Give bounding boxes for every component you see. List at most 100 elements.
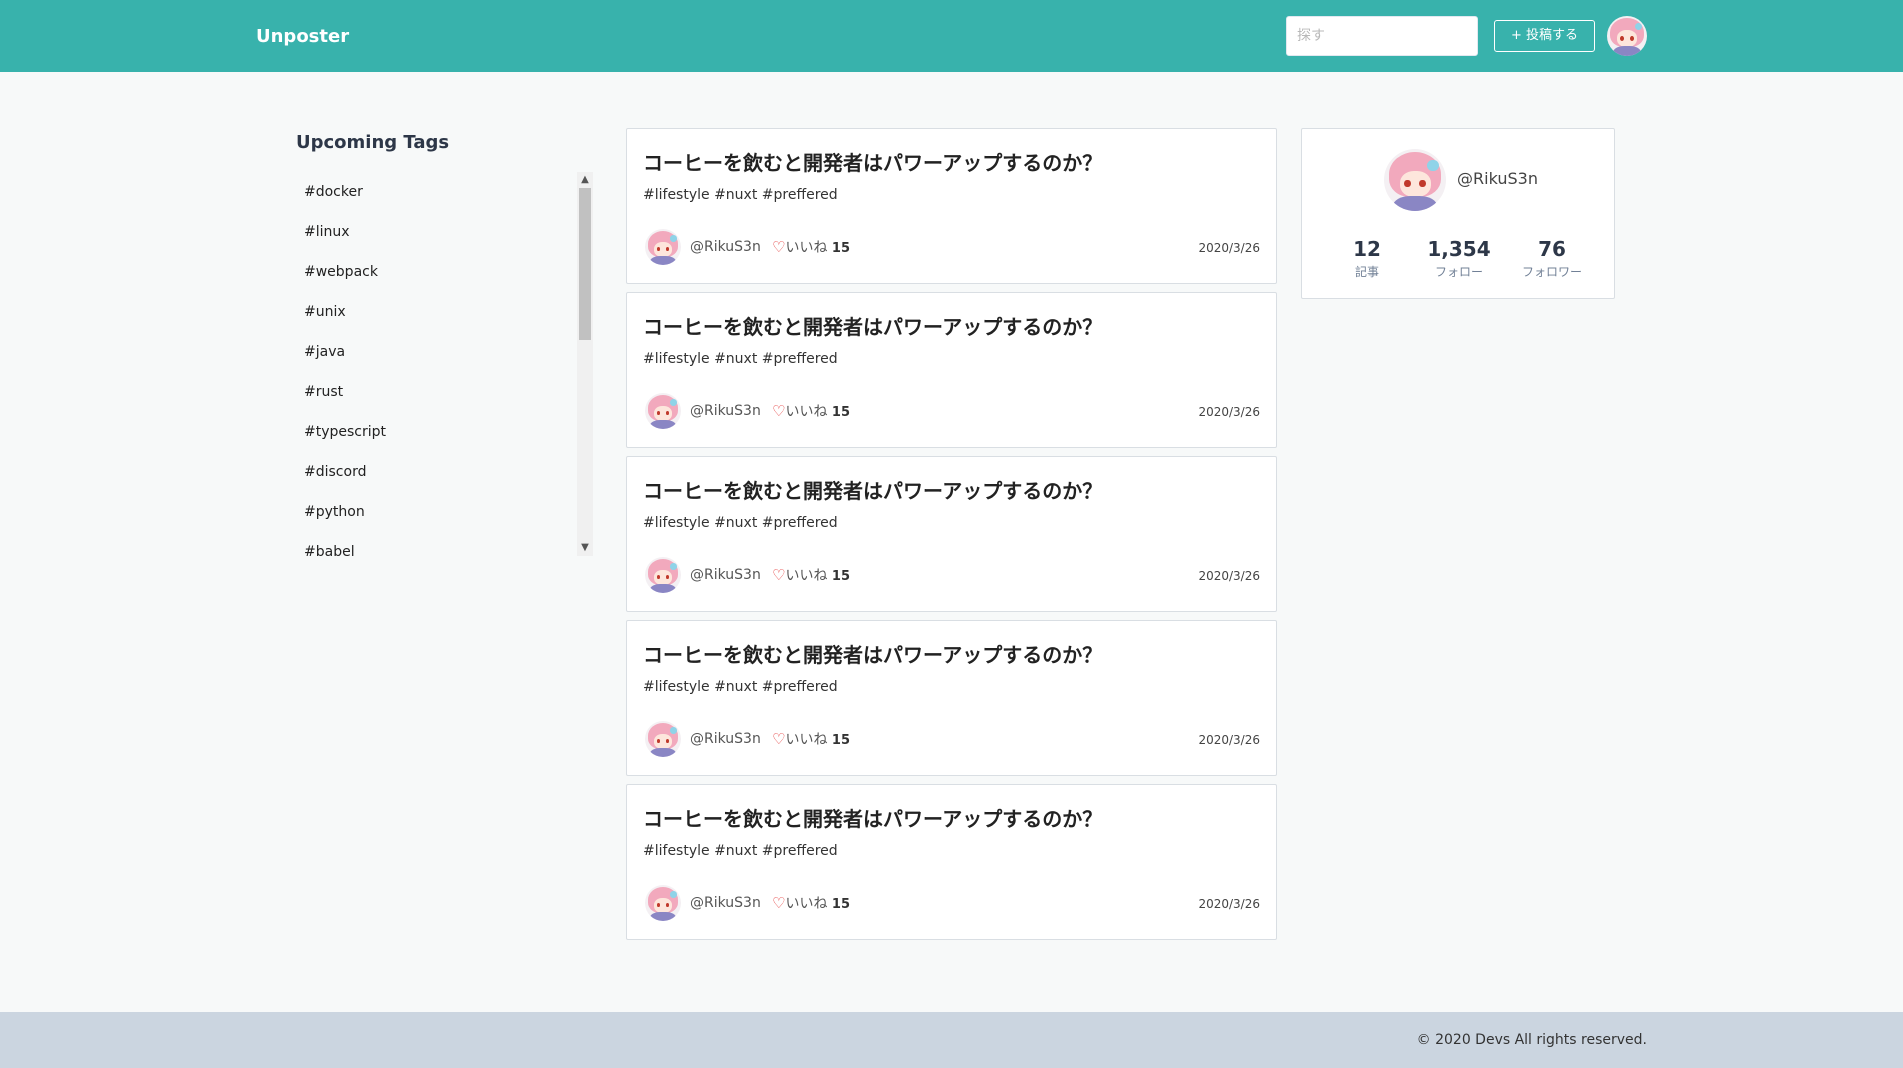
tag-item[interactable]: #python	[296, 492, 592, 532]
avatar-accessory	[670, 891, 677, 898]
tag-list[interactable]: #docker #linux #webpack #unix #java #rus…	[296, 172, 592, 556]
tag-item[interactable]: #java	[296, 332, 592, 372]
tag-list-scrollbar[interactable]: ▲ ▼	[577, 172, 593, 556]
like-count: 15	[831, 405, 850, 420]
post-title[interactable]: コーヒーを飲むと開発者はパワーアップするのか？	[643, 147, 1102, 176]
footer: © 2020 Devs All rights reserved.	[0, 1012, 1903, 1068]
stat-label: フォロー	[1434, 265, 1483, 279]
like-label: いいね	[785, 404, 828, 420]
stat-followers[interactable]: 76 フォロワー	[1512, 237, 1592, 280]
avatar-eye	[1620, 36, 1625, 41]
avatar-accessory	[1427, 160, 1439, 172]
avatar-eye	[1419, 180, 1426, 188]
like-button[interactable]: ♡いいね 15	[772, 729, 850, 749]
avatar-body	[1393, 195, 1437, 211]
post-date: 2020/3/26	[1198, 733, 1260, 747]
post-tags[interactable]: #lifestyle #nuxt #preffered	[643, 679, 838, 695]
stat-label: 記事	[1354, 265, 1379, 279]
post-title[interactable]: コーヒーを飲むと開発者はパワーアップするのか？	[643, 803, 1102, 832]
avatar-body	[1613, 46, 1641, 56]
like-label: いいね	[785, 732, 828, 748]
post-author[interactable]: @RikuS3n	[690, 567, 761, 583]
like-button[interactable]: ♡いいね 15	[772, 565, 850, 585]
profile-card: @RikuS3n 12 記事 1,354 フォロー 76 フォロワー	[1301, 128, 1615, 299]
avatar-body	[650, 748, 676, 757]
heart-icon: ♡	[772, 566, 786, 584]
stat-value: 12	[1353, 237, 1381, 261]
stat-value: 76	[1538, 237, 1566, 261]
tag-item[interactable]: #docker	[296, 172, 592, 212]
avatar-body	[650, 256, 676, 265]
post-tags[interactable]: #lifestyle #nuxt #preffered	[643, 843, 838, 859]
search-input[interactable]	[1286, 16, 1478, 56]
profile-username[interactable]: @RikuS3n	[1457, 169, 1538, 188]
author-avatar[interactable]	[645, 557, 681, 593]
post-title[interactable]: コーヒーを飲むと開発者はパワーアップするのか？	[643, 639, 1102, 668]
tag-item[interactable]: #unix	[296, 292, 592, 332]
like-count: 15	[831, 569, 850, 584]
post-date: 2020/3/26	[1198, 569, 1260, 583]
avatar-body	[650, 420, 676, 429]
top-navbar: Unposter + 投稿する	[0, 0, 1903, 72]
like-count: 15	[831, 241, 850, 256]
post-title[interactable]: コーヒーを飲むと開発者はパワーアップするのか？	[643, 311, 1102, 340]
stat-articles[interactable]: 12 記事	[1327, 237, 1407, 280]
tag-item[interactable]: #rust	[296, 372, 592, 412]
stat-value: 1,354	[1427, 237, 1491, 261]
new-post-button[interactable]: + 投稿する	[1494, 20, 1595, 52]
post-card[interactable]: コーヒーを飲むと開発者はパワーアップするのか？ #lifestyle #nuxt…	[626, 292, 1277, 448]
like-count: 15	[831, 733, 850, 748]
copyright-text: © 2020 Devs All rights reserved.	[1416, 1032, 1647, 1048]
avatar-accessory	[670, 399, 677, 406]
post-tags[interactable]: #lifestyle #nuxt #preffered	[643, 515, 838, 531]
post-card[interactable]: コーヒーを飲むと開発者はパワーアップするのか？ #lifestyle #nuxt…	[626, 456, 1277, 612]
post-tags[interactable]: #lifestyle #nuxt #preffered	[643, 351, 838, 367]
tag-item[interactable]: #discord	[296, 452, 592, 492]
heart-icon: ♡	[772, 730, 786, 748]
sidebar-title: Upcoming Tags	[296, 132, 450, 153]
author-avatar[interactable]	[645, 229, 681, 265]
post-author[interactable]: @RikuS3n	[690, 403, 761, 419]
avatar-accessory	[670, 235, 677, 242]
post-author[interactable]: @RikuS3n	[690, 239, 761, 255]
stat-following[interactable]: 1,354 フォロー	[1419, 237, 1499, 280]
tag-item[interactable]: #babel	[296, 532, 592, 556]
tag-item[interactable]: #typescript	[296, 412, 592, 452]
post-card[interactable]: コーヒーを飲むと開発者はパワーアップするのか？ #lifestyle #nuxt…	[626, 620, 1277, 776]
avatar-eye	[1629, 36, 1634, 41]
like-count: 15	[831, 897, 850, 912]
tag-item[interactable]: #linux	[296, 212, 592, 252]
avatar-accessory	[670, 563, 677, 570]
brand-logo[interactable]: Unposter	[256, 26, 349, 47]
post-author[interactable]: @RikuS3n	[690, 895, 761, 911]
avatar-body	[650, 912, 676, 921]
author-avatar[interactable]	[645, 721, 681, 757]
avatar-accessory	[670, 727, 677, 734]
post-date: 2020/3/26	[1198, 405, 1260, 419]
post-date: 2020/3/26	[1198, 241, 1260, 255]
stat-label: フォロワー	[1521, 265, 1582, 279]
post-title[interactable]: コーヒーを飲むと開発者はパワーアップするのか？	[643, 475, 1102, 504]
author-avatar[interactable]	[645, 393, 681, 429]
post-author[interactable]: @RikuS3n	[690, 731, 761, 747]
like-button[interactable]: ♡いいね 15	[772, 237, 850, 257]
like-label: いいね	[785, 240, 828, 256]
post-date: 2020/3/26	[1198, 897, 1260, 911]
author-avatar[interactable]	[645, 885, 681, 921]
user-avatar-menu[interactable]	[1607, 16, 1647, 56]
scroll-down-arrow-icon[interactable]: ▼	[577, 540, 593, 556]
scroll-thumb[interactable]	[579, 188, 591, 340]
like-button[interactable]: ♡いいね 15	[772, 893, 850, 913]
post-card[interactable]: コーヒーを飲むと開発者はパワーアップするのか？ #lifestyle #nuxt…	[626, 128, 1277, 284]
like-label: いいね	[785, 568, 828, 584]
like-button[interactable]: ♡いいね 15	[772, 401, 850, 421]
post-card[interactable]: コーヒーを飲むと開発者はパワーアップするのか？ #lifestyle #nuxt…	[626, 784, 1277, 940]
like-label: いいね	[785, 896, 828, 912]
heart-icon: ♡	[772, 894, 786, 912]
heart-icon: ♡	[772, 402, 786, 420]
avatar-eye	[1404, 180, 1411, 188]
profile-avatar[interactable]	[1384, 149, 1446, 211]
post-tags[interactable]: #lifestyle #nuxt #preffered	[643, 187, 838, 203]
scroll-up-arrow-icon[interactable]: ▲	[577, 172, 593, 188]
tag-item[interactable]: #webpack	[296, 252, 592, 292]
